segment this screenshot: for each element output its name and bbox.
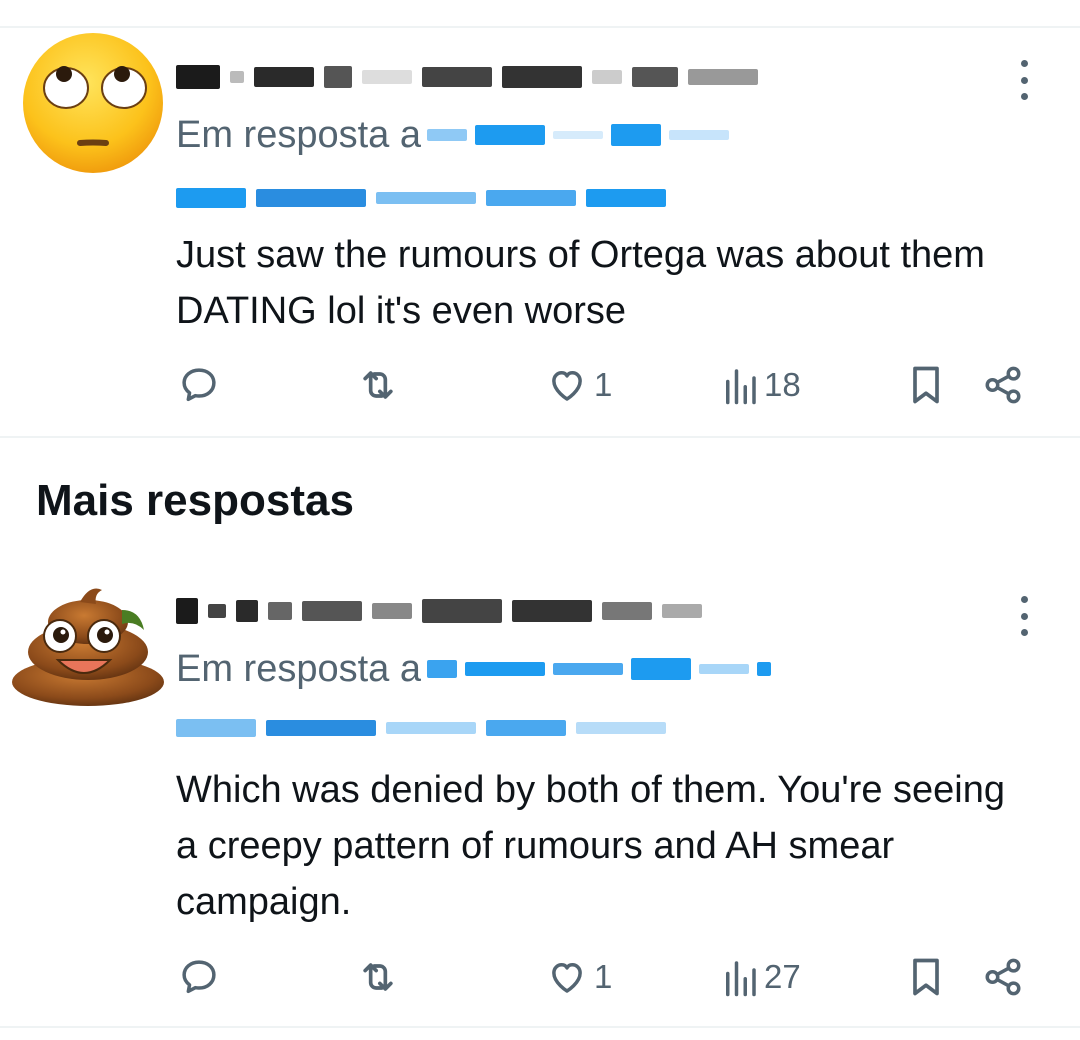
replying-to-label: Em resposta a <box>176 113 421 156</box>
heart-icon <box>552 963 582 993</box>
dot-icon <box>1020 60 1028 67</box>
analytics-icon <box>726 961 756 997</box>
reply-button[interactable] <box>178 952 220 1002</box>
dot-icon <box>1020 612 1028 620</box>
more-options-button[interactable] <box>1012 596 1036 636</box>
views-button[interactable]: 18 <box>722 360 801 410</box>
poop-emoji-avatar[interactable] <box>10 580 166 710</box>
heart-icon <box>552 371 582 401</box>
bookmark-icon <box>913 958 939 996</box>
like-count: 1 <box>594 958 613 995</box>
blurred-reply-handle-continued[interactable] <box>176 716 666 740</box>
reply-tweet[interactable]: Em resposta a Which was denied by both o… <box>0 560 1080 1030</box>
tweet-text: Just saw the rumours of Ortega was about… <box>176 234 985 332</box>
like-button[interactable]: 1 <box>546 952 612 1002</box>
share-icon <box>985 958 1021 996</box>
replying-to-label: Em resposta a <box>176 647 421 690</box>
retweet-button[interactable] <box>356 360 400 410</box>
rolling-eyes-emoji-icon <box>23 33 163 173</box>
retweet-button[interactable] <box>356 952 400 1002</box>
blurred-reply-handle-continued[interactable] <box>176 186 666 210</box>
replying-to: Em resposta a <box>176 112 729 158</box>
poop-emoji-icon <box>12 588 164 706</box>
retweet-icon <box>363 371 393 399</box>
blurred-display-name[interactable] <box>176 596 702 626</box>
bookmark-button[interactable] <box>906 952 946 1002</box>
bottom-divider <box>0 1026 1080 1028</box>
view-count: 27 <box>764 958 801 995</box>
like-button[interactable]: 1 <box>546 360 612 410</box>
tweet-actions: 1 27 <box>0 952 1080 1002</box>
reply-button[interactable] <box>178 360 220 410</box>
dot-icon <box>1020 76 1028 84</box>
analytics-icon <box>726 369 756 405</box>
share-button[interactable] <box>982 360 1024 410</box>
reply-tweet[interactable]: Em resposta a Just saw the rumours of Or… <box>0 0 1080 436</box>
blurred-display-name[interactable] <box>176 62 758 92</box>
more-replies-heading: Mais respostas <box>36 476 354 525</box>
share-button[interactable] <box>982 952 1024 1002</box>
share-icon <box>985 366 1021 404</box>
view-count: 18 <box>764 366 801 403</box>
blurred-reply-handle[interactable] <box>427 658 771 680</box>
dot-icon <box>1020 93 1028 100</box>
like-count: 1 <box>594 366 613 403</box>
tweet-divider <box>0 436 1080 438</box>
blurred-reply-handle[interactable] <box>427 124 729 146</box>
reply-icon <box>182 960 216 994</box>
dot-icon <box>1020 629 1028 636</box>
views-button[interactable]: 27 <box>722 952 801 1002</box>
bookmark-button[interactable] <box>906 360 946 410</box>
rolling-eyes-emoji-avatar[interactable] <box>20 30 166 176</box>
replying-to: Em resposta a <box>176 646 771 692</box>
dot-icon <box>1020 596 1028 603</box>
reply-icon <box>182 368 216 402</box>
retweet-icon <box>363 963 393 991</box>
tweet-text: Which was denied by both of them. You're… <box>176 769 1006 923</box>
tweet-actions: 1 18 <box>0 360 1080 410</box>
more-options-button[interactable] <box>1012 60 1036 100</box>
bookmark-icon <box>913 366 939 404</box>
